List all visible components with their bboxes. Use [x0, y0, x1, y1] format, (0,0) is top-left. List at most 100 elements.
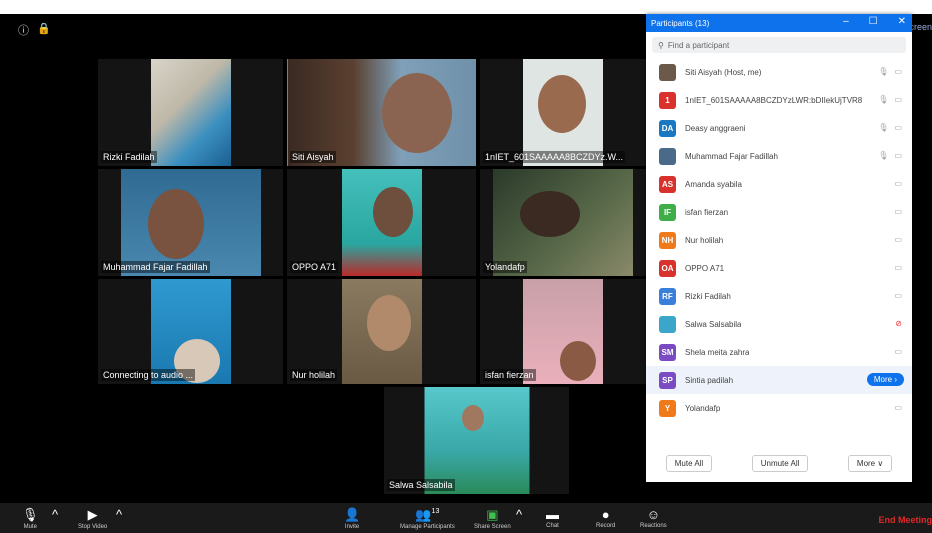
video-options-chevron[interactable]: ^ — [116, 507, 122, 522]
microphone-icon: 🎙 — [878, 151, 889, 160]
video-tile-siti-aisyah[interactable]: Siti Aisyah — [287, 59, 476, 166]
unmute-all-button[interactable]: Unmute All — [751, 455, 809, 472]
participant-name: Muhammad Fajar Fadillah — [685, 151, 778, 161]
participant-row[interactable]: Salwa Salsabila ⊘ — [646, 310, 912, 338]
participant-row[interactable]: SP Sintia padilah More › — [646, 366, 912, 394]
participant-face — [382, 73, 452, 153]
invite-label: Invite — [344, 524, 360, 530]
participant-search[interactable]: ⚲ Find a participant — [652, 37, 906, 53]
participant-status-icons: 🎙 ▭ — [878, 67, 902, 76]
participant-status-icons: ⊘ — [895, 319, 902, 328]
microphone-icon: 🎙 — [878, 123, 889, 132]
avatar — [659, 147, 676, 165]
video-tile-salwa-salsabila[interactable]: Salwa Salsabila — [384, 387, 569, 494]
share-screen-button[interactable]: ▣ Share Screen — [474, 507, 511, 530]
avatar: DA — [659, 119, 676, 137]
chat-button[interactable]: ▬ Chat — [546, 507, 559, 529]
participant-row[interactable]: Y Yolandafp ▭ — [646, 394, 912, 422]
record-icon: ● — [601, 507, 610, 522]
avatar: 1 — [659, 91, 676, 109]
video-tile-muhammad-fajar[interactable]: Muhammad Fajar Fadillah — [98, 169, 283, 276]
lock-icon[interactable]: 🔒 — [37, 22, 51, 38]
participant-name: Salwa Salsabila — [387, 479, 455, 491]
participant-count: 13 — [431, 508, 440, 515]
video-camera-icon: ▭ — [894, 67, 902, 76]
chevron-up-icon: ^ — [52, 507, 59, 522]
video-tile-nur-holilah[interactable]: Nur holilah — [287, 279, 476, 384]
video-tile-oppo-a71[interactable]: OPPO A71 — [287, 169, 476, 276]
participant-name: OPPO A71 — [290, 261, 339, 273]
info-icon[interactable]: ⓘ — [18, 22, 29, 38]
participant-more-button[interactable]: More › — [866, 373, 904, 386]
microphone-icon: 🎙 — [878, 95, 889, 104]
avatar: OA — [659, 259, 676, 277]
video-tile-isfan-fierzan[interactable]: isfan fierzan — [480, 279, 646, 384]
share-screen-icon: ▣ — [486, 507, 499, 522]
avatar: AS — [659, 175, 676, 193]
participant-status-icons: 🎙 ▭ — [878, 123, 902, 132]
audio-options-chevron[interactable]: ^ — [52, 507, 58, 522]
manage-participants-label: Manage Participants — [400, 524, 455, 530]
participant-row[interactable]: IF isfan fierzan ▭ — [646, 198, 912, 226]
maximize-icon[interactable]: ☐ — [869, 16, 878, 27]
participant-row[interactable]: NH Nur holilah ▭ — [646, 226, 912, 254]
participant-name: Yolandafp — [483, 261, 527, 273]
video-camera-icon: ▭ — [894, 403, 902, 412]
participant-row[interactable]: OA OPPO A71 ▭ — [646, 254, 912, 282]
participant-face — [520, 191, 580, 237]
participant-name: 1nIET_601SAAAAA8BCZDYzLWR:bDIIekUjTVR8 — [685, 95, 863, 105]
video-tile-yolandafp[interactable]: Yolandafp — [480, 169, 646, 276]
add-user-icon: 👤 — [344, 507, 361, 522]
participant-row[interactable]: RF Rizki Fadilah ▭ — [646, 282, 912, 310]
chevron-up-icon: ^ — [116, 507, 123, 522]
minimize-icon[interactable]: – — [843, 16, 849, 27]
participant-row[interactable]: DA Deasy anggraeni 🎙 ▭ — [646, 114, 912, 142]
stop-video-button[interactable]: ▶ Stop Video — [78, 507, 107, 530]
participant-face — [367, 295, 411, 351]
avatar: RF — [659, 287, 676, 305]
video-camera-icon: ▭ — [894, 291, 902, 300]
participants-panel: Participants (13) – ☐ ✕ ⚲ Find a partici… — [646, 14, 912, 482]
participant-row[interactable]: Siti Aisyah (Host, me) 🎙 ▭ — [646, 58, 912, 86]
window-top-strip — [0, 0, 932, 14]
participant-name: isfan fierzan — [483, 369, 536, 381]
participant-name: Muhammad Fajar Fadillah — [101, 261, 210, 273]
participant-face — [373, 187, 413, 237]
participant-row[interactable]: Muhammad Fajar Fadillah 🎙 ▭ — [646, 142, 912, 170]
reactions-button[interactable]: ☺ Reactions — [640, 507, 667, 529]
video-tile-1niet[interactable]: 1nIET_601SAAAAA8BCZDYz.W... — [480, 59, 646, 166]
mute-button[interactable]: 🎙 Mute — [22, 507, 39, 530]
video-tile-rizki[interactable]: Rizki Fadilah — [98, 59, 283, 166]
participant-list: Siti Aisyah (Host, me) 🎙 ▭ 1 1nIET_601SAAAAA… — [646, 58, 912, 422]
video-camera-icon: ▭ — [894, 347, 902, 356]
participant-row[interactable]: AS Amanda syabila ▭ — [646, 170, 912, 198]
avatar: SP — [659, 371, 676, 389]
video-off-icon: ⊘ — [895, 319, 902, 328]
chat-label: Chat — [546, 523, 559, 529]
participant-row[interactable]: SM Shela meita zahra ▭ — [646, 338, 912, 366]
video-tile-connecting[interactable]: Connecting to audio ... — [98, 279, 283, 384]
avatar — [659, 63, 676, 81]
share-options-chevron[interactable]: ^ — [516, 507, 522, 522]
participant-name: Connecting to audio ... — [101, 369, 196, 381]
mute-all-button[interactable]: Mute All — [665, 455, 713, 472]
invite-button[interactable]: 👤 Invite — [344, 507, 360, 530]
participant-name: Nur holilah — [290, 369, 338, 381]
participant-status-icons: ▭ — [894, 263, 902, 272]
manage-participants-button[interactable]: 👥13 Manage Participants — [400, 507, 455, 530]
stop-video-label: Stop Video — [78, 524, 108, 530]
participant-name: Rizki Fadilah — [685, 291, 731, 301]
participants-icon: 👥 — [415, 507, 432, 522]
participant-name: 1nIET_601SAAAAA8BCZDYz.W... — [483, 151, 626, 163]
chat-icon: ▬ — [546, 507, 559, 522]
more-options-button[interactable]: More ∨ — [847, 455, 893, 472]
participant-row[interactable]: 1 1nIET_601SAAAAA8BCZDYzLWR:bDIIekUjTVR8 🎙… — [646, 86, 912, 114]
participant-name: Rizki Fadilah — [101, 151, 157, 163]
microphone-icon: 🎙 — [22, 507, 39, 522]
close-icon[interactable]: ✕ — [898, 16, 906, 27]
end-meeting-button[interactable]: End Meeting — [879, 515, 932, 525]
avatar: NH — [659, 231, 676, 249]
participant-status-icons: 🎙 ▭ — [878, 95, 902, 104]
record-button[interactable]: ● Record — [596, 507, 615, 529]
participant-name: Nur holilah — [685, 235, 724, 245]
